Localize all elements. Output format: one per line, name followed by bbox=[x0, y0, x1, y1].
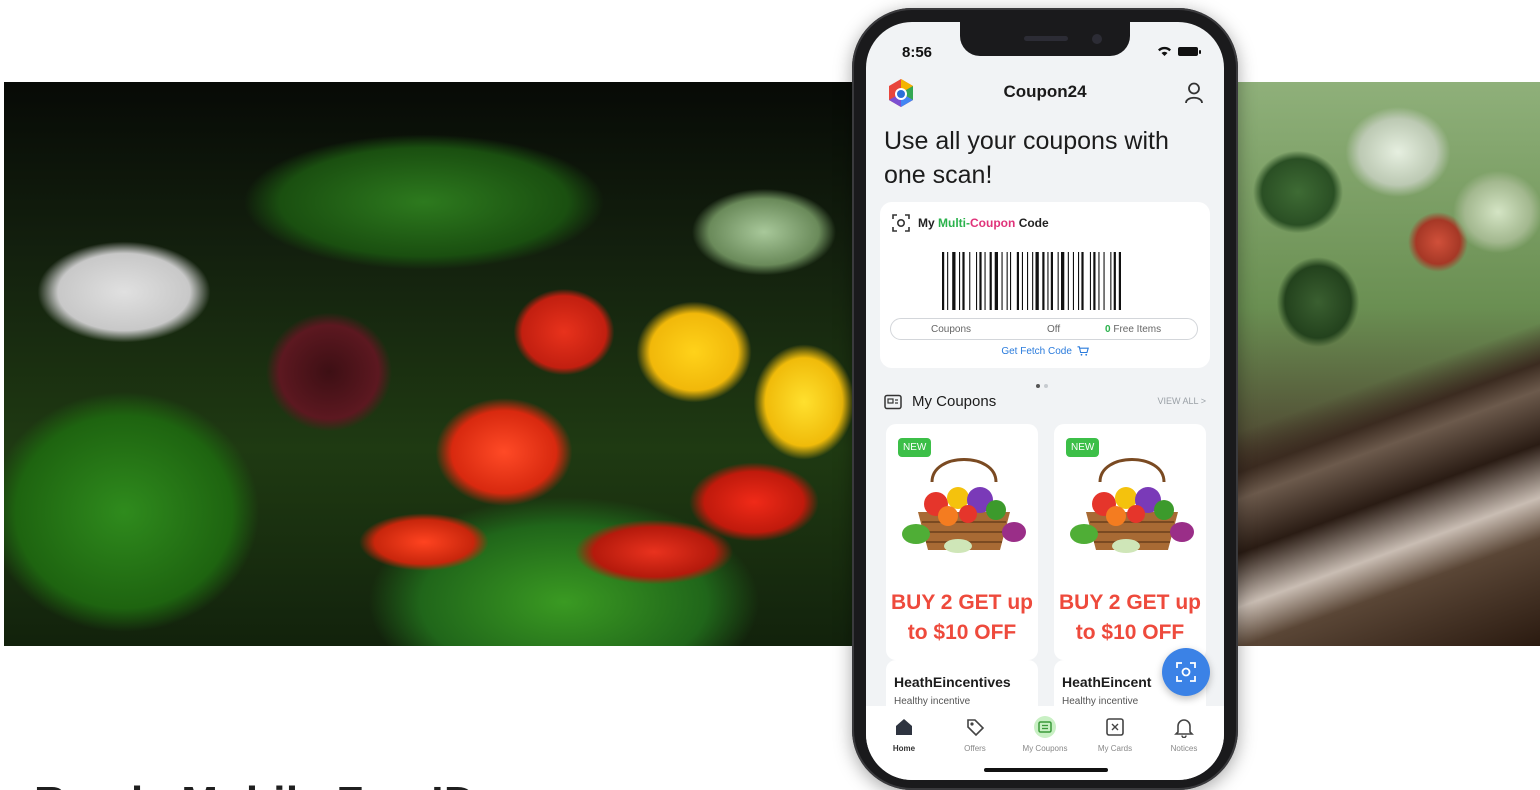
stat-free-label: Free Items bbox=[1113, 324, 1162, 335]
tab-label: Offers bbox=[964, 744, 986, 753]
tab-label: Home bbox=[892, 744, 916, 753]
tag-icon bbox=[967, 719, 985, 737]
coupon-card[interactable]: NEW BUY 2 GET up to $10 OFF bbox=[886, 424, 1038, 660]
home-indicator bbox=[984, 768, 1108, 772]
offer-line-1: BUY 2 GET up bbox=[891, 591, 1033, 614]
vendor-name: HeathEincentives bbox=[894, 674, 1011, 690]
scan-icon bbox=[1176, 662, 1196, 682]
coupon-stats-pill: Coupons Off 0 Free Items bbox=[890, 318, 1198, 340]
get-fetch-code-label: Get Fetch Code bbox=[1001, 346, 1072, 357]
tab-home[interactable]: Home bbox=[874, 716, 934, 760]
offer-line-1: BUY 2 GET up bbox=[1059, 591, 1201, 614]
page-heading: Ready Mobile Fun ID bbox=[34, 778, 476, 790]
wifi-icon bbox=[1158, 46, 1171, 56]
pager-dot[interactable] bbox=[1044, 384, 1048, 388]
tab-my-coupons[interactable]: My Coupons bbox=[1015, 716, 1075, 760]
card-icon bbox=[1106, 718, 1124, 736]
profile-icon[interactable] bbox=[1184, 82, 1204, 104]
app-title: Coupon24 bbox=[1003, 82, 1087, 101]
grocery-shelf-photo bbox=[1238, 82, 1540, 646]
status-time: 8:56 bbox=[902, 44, 933, 61]
tab-my-cards[interactable]: My Cards bbox=[1085, 716, 1145, 760]
tab-notices[interactable]: Notices bbox=[1154, 716, 1214, 760]
coupons-icon bbox=[884, 394, 902, 410]
vendor-name: HeathEincent bbox=[1062, 674, 1152, 690]
section-title: My Coupons bbox=[912, 393, 997, 410]
app-screen: 8:56 Coupon24 Use all your coupons with … bbox=[866, 22, 1224, 780]
code-label-code: Code bbox=[1018, 216, 1049, 230]
my-coupons-header: My Coupons VIEW ALL > bbox=[884, 392, 1206, 414]
scan-fab-button[interactable] bbox=[1162, 648, 1210, 696]
status-icons bbox=[1157, 46, 1201, 56]
coupon-offer-text: BUY 2 GET up to $10 OFF bbox=[1054, 588, 1206, 648]
barcode-image bbox=[942, 252, 1121, 310]
vegetables-photo bbox=[4, 82, 854, 646]
bell-icon bbox=[1174, 719, 1194, 738]
scan-icon bbox=[892, 214, 910, 232]
carousel-pager[interactable] bbox=[1036, 384, 1048, 388]
view-all-link[interactable]: VIEW ALL > bbox=[1158, 396, 1206, 406]
new-badge: NEW bbox=[1066, 438, 1100, 457]
new-badge: NEW bbox=[898, 438, 932, 457]
stat-coupons-label: Coupons bbox=[931, 324, 972, 335]
code-card-header: My Multi-Coupon Code bbox=[892, 214, 1049, 232]
stat-free-count: 0 bbox=[1105, 324, 1111, 335]
code-label-multi: Multi- bbox=[938, 216, 971, 230]
get-fetch-code-link[interactable]: Get Fetch Code bbox=[880, 346, 1210, 357]
code-label-my: My bbox=[918, 216, 935, 230]
home-icon bbox=[896, 719, 912, 735]
coupons-icon bbox=[1034, 716, 1056, 738]
offer-line-2: to $10 OFF bbox=[1075, 621, 1185, 644]
phone-mockup: 8:56 Coupon24 Use all your coupons with … bbox=[852, 8, 1238, 790]
pager-dot-active[interactable] bbox=[1036, 384, 1040, 388]
tab-label: My Cards bbox=[1097, 744, 1133, 753]
tab-offers[interactable]: Offers bbox=[945, 716, 1005, 760]
stat-free-items: 0 Free Items bbox=[1105, 324, 1161, 335]
coupon-card[interactable]: NEW BUY 2 GET up to $10 OFF bbox=[1054, 424, 1206, 660]
phone-notch bbox=[960, 22, 1130, 56]
code-label-coupon: Coupon bbox=[970, 216, 1016, 230]
stat-off-label: Off bbox=[1047, 324, 1061, 335]
coupon-offer-text: BUY 2 GET up to $10 OFF bbox=[886, 588, 1038, 648]
offer-line-2: to $10 OFF bbox=[907, 621, 1017, 644]
vegetable-basket-image bbox=[1070, 458, 1194, 553]
multi-coupon-code-card[interactable]: My Multi-Coupon Code Coupons Off 0 Free … bbox=[880, 202, 1210, 368]
tab-label: Notices bbox=[1170, 744, 1198, 753]
cart-icon bbox=[1077, 346, 1089, 357]
hero-headline: Use all your coupons with one scan! bbox=[884, 127, 1169, 189]
app-header: Coupon24 bbox=[866, 74, 1224, 110]
tab-label: My Coupons bbox=[1022, 744, 1068, 753]
marketing-banner: Ready Mobile Fun ID 8:56 Coupon24 bbox=[0, 0, 1540, 790]
barcode-area[interactable] bbox=[890, 246, 1200, 318]
vegetable-basket-image bbox=[902, 458, 1026, 553]
battery-icon bbox=[1178, 46, 1201, 56]
